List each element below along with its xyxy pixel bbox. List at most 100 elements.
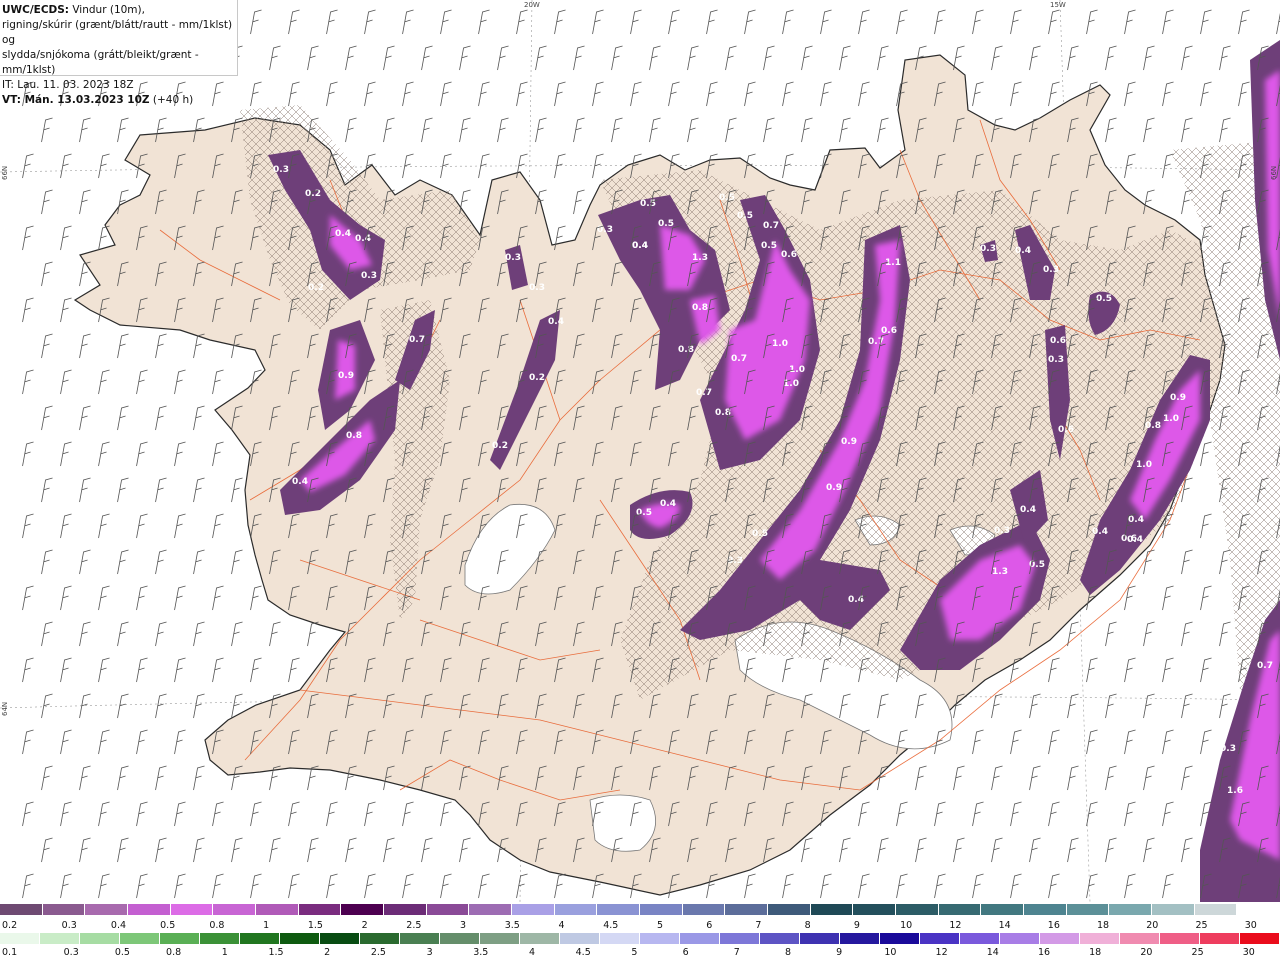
legend-swatch	[1040, 933, 1080, 944]
legend-swatch	[760, 933, 800, 944]
legend-swatch	[981, 904, 1025, 915]
legend-label: 14	[998, 920, 1011, 931]
legend-swatch	[213, 904, 257, 915]
legend-label: 7	[733, 947, 740, 958]
precip-value-label: 1.0	[1136, 460, 1152, 470]
precip-value-label: 1.0	[1163, 414, 1179, 424]
legend-swatch	[896, 904, 939, 915]
legend-swatch	[1160, 933, 1200, 944]
weather-map: 0.3 0.2 0.4 0.4 0.3 0.2 0.9 0.8 0.4 0.7 0.2 0.3 0.3 0…	[0, 0, 1280, 902]
precip-value-label: 0.3	[994, 526, 1010, 536]
legend-swatch	[1194, 904, 1238, 915]
precip-value-label: 0.2	[308, 283, 324, 293]
legend-label: 30	[1244, 920, 1257, 931]
legend-label: 18	[1089, 947, 1102, 958]
precip-value-label: 0.9	[338, 371, 354, 381]
legend-label: 16	[1047, 920, 1060, 931]
legend-swatch	[920, 933, 960, 944]
legend-label: 25	[1195, 920, 1208, 931]
legend-label: 5	[631, 947, 638, 958]
legend-swatch	[240, 933, 280, 944]
legend-swatch	[1240, 933, 1280, 944]
legend-swatch	[80, 933, 120, 944]
precip-value-label: 0.5	[752, 529, 768, 539]
legend-swatch	[1237, 904, 1280, 915]
legend-swatch	[768, 904, 811, 915]
info-line-5: VT: Mán. 13.03.2023 10Z (+40 h)	[2, 94, 194, 106]
precip-value-label: 0.3	[1220, 744, 1236, 754]
legend-swatch	[1024, 904, 1067, 915]
latitude-label-64n-left: 64N	[1, 701, 9, 716]
legend-swatch	[400, 933, 440, 944]
precip-value-label: 0.7	[409, 335, 425, 345]
legend-label: 4.5	[603, 920, 619, 931]
legend-swatch	[85, 904, 129, 915]
precip-value-label: 0.3	[1043, 265, 1059, 275]
legend-swatch	[426, 904, 470, 915]
precip-value-label: 0.4	[1127, 535, 1143, 545]
legend-label: 18	[1097, 920, 1110, 931]
legend-swatch	[597, 904, 641, 915]
longitude-label-15w: 15W	[1050, 1, 1066, 9]
legend-swatch	[682, 904, 726, 915]
precip-value-label: 0.3	[529, 283, 545, 293]
legend-label: 4.5	[575, 947, 591, 958]
info-line-2: rigning/skúrir (grænt/blátt/rautt - mm/1…	[2, 19, 233, 46]
legend-swatch	[680, 933, 720, 944]
legend-label: 7	[755, 920, 762, 931]
precip-value-label: 1.6	[1227, 786, 1243, 796]
legend-swatch	[1109, 904, 1153, 915]
info-line-1: UWC/ECDS: Vindur (10m),	[2, 4, 145, 16]
map-info-box: UWC/ECDS: Vindur (10m), rigning/skúrir (…	[0, 0, 238, 106]
precip-value-label: 0.7	[731, 354, 747, 364]
precip-value-label: 1.0	[772, 339, 788, 349]
legend-label: 0.4	[110, 920, 127, 931]
legend-label: 0.5	[114, 947, 130, 958]
legend-label: 2.5	[370, 947, 386, 958]
precip-value-label: 0.5	[636, 508, 652, 518]
legend-label: 20	[1140, 947, 1153, 958]
legend-label: 2.5	[406, 920, 422, 931]
precip-value-label: 0.6	[1058, 425, 1074, 435]
legend-label: 3.5	[504, 920, 520, 931]
legend-swatch	[840, 933, 880, 944]
legend-swatch	[40, 933, 80, 944]
precip-value-label: 0.3	[361, 271, 377, 281]
legend-label: 8	[804, 920, 811, 931]
precip-value-label: 0.5	[761, 241, 777, 251]
precip-value-label: 0.5	[1096, 294, 1112, 304]
latitude-label-66n-right: 66N	[1270, 165, 1278, 180]
precip-value-label: 0.6	[781, 250, 797, 260]
legend-label: 8	[784, 947, 792, 958]
precip-value-label: 0.4	[292, 477, 308, 487]
precip-value-label: 1.3	[692, 253, 708, 263]
rain-legend-labels: 0.1 0.3 0.5 0.8 1 1.5 2 2.5 3 3.5 4 4.5 5 6 7 8 9 10 12 14 1…	[0, 947, 1280, 959]
precip-value-label: 0.4	[1015, 246, 1031, 256]
precip-value-label: 0.6	[881, 326, 897, 336]
legend-swatch	[298, 904, 342, 915]
precip-value-label: 0.6	[1050, 336, 1066, 346]
legend-label: 30	[1242, 947, 1255, 958]
precip-value-label: 0.8	[678, 345, 694, 355]
legend-label: 2	[324, 947, 331, 958]
rain-legend-bar	[0, 933, 1280, 944]
legend-swatch	[960, 933, 1000, 944]
precip-value-label: 0.5	[719, 193, 735, 203]
legend-swatch	[554, 904, 598, 915]
legend-swatch	[120, 933, 160, 944]
legend-label: 14	[986, 947, 999, 958]
legend-swatch	[42, 904, 86, 915]
legend-swatch	[725, 904, 769, 915]
precip-value-label: 0.9	[841, 437, 857, 447]
precip-value-label: 0.5	[737, 211, 753, 221]
precip-value-label: 1.1	[885, 258, 901, 268]
precip-value-label: 0.5	[640, 199, 656, 209]
legend-label: 16	[1037, 947, 1051, 958]
legend-label: 12	[949, 920, 962, 931]
precip-value-label: 0.4	[848, 595, 864, 605]
legend-swatch	[600, 933, 640, 944]
precip-value-label: 1.3	[992, 567, 1008, 577]
legend-label: 0.3	[63, 947, 79, 958]
legend-swatch	[1200, 933, 1240, 944]
legend-label: 5	[656, 920, 664, 931]
